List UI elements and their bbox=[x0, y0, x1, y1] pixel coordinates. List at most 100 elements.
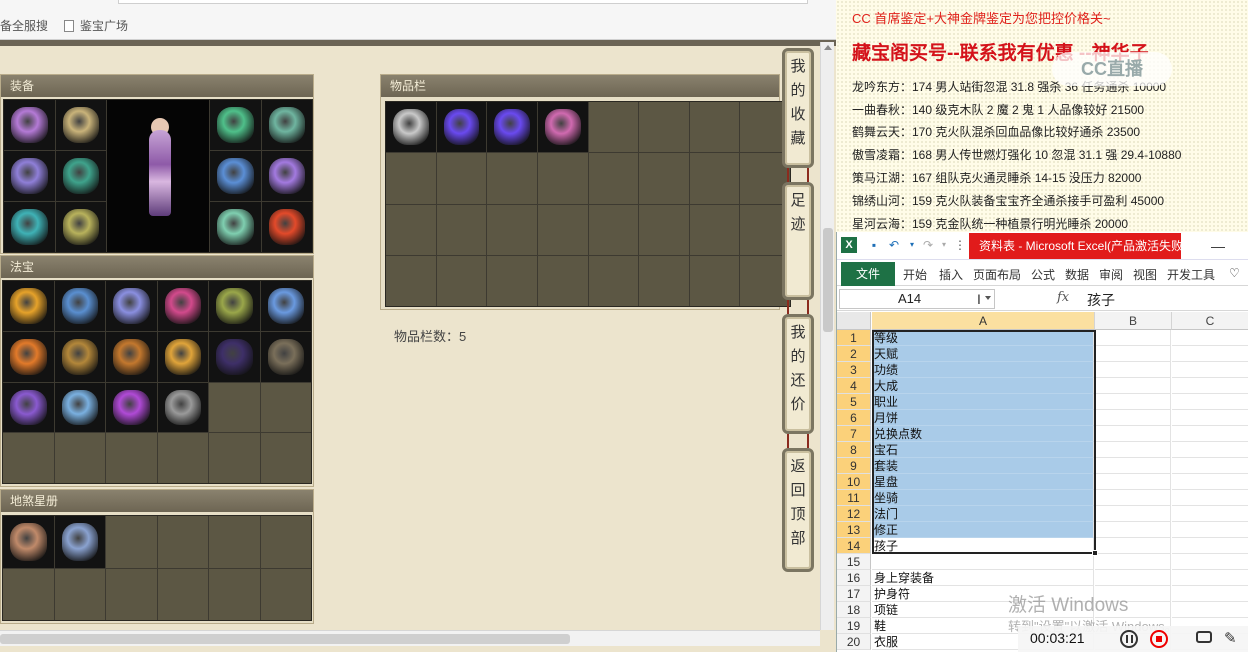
empty-slot[interactable] bbox=[157, 433, 208, 483]
empty-slot[interactable] bbox=[537, 204, 588, 255]
back-to-top-tab[interactable]: 返回顶部 bbox=[782, 448, 814, 572]
cell-a[interactable]: 星盘 bbox=[872, 474, 1094, 490]
row-header[interactable]: 14 bbox=[837, 538, 871, 554]
item-slot[interactable] bbox=[54, 382, 105, 433]
cell-b[interactable] bbox=[1095, 490, 1171, 506]
stop-record-icon[interactable] bbox=[1150, 630, 1168, 648]
row-header[interactable]: 16 bbox=[837, 570, 871, 586]
empty-slot[interactable] bbox=[588, 255, 639, 306]
column-header-a[interactable]: A bbox=[872, 312, 1095, 330]
cell-b[interactable] bbox=[1095, 426, 1171, 442]
cell-c[interactable] bbox=[1172, 474, 1248, 490]
row-header[interactable]: 4 bbox=[837, 378, 871, 394]
item-slot[interactable] bbox=[537, 102, 588, 153]
empty-slot[interactable] bbox=[639, 153, 689, 204]
empty-slot[interactable] bbox=[689, 204, 740, 255]
item-slot[interactable] bbox=[3, 281, 54, 331]
cell-b[interactable] bbox=[1095, 538, 1171, 554]
empty-slot[interactable] bbox=[260, 433, 311, 483]
row-header[interactable]: 3 bbox=[837, 362, 871, 378]
cell-c[interactable] bbox=[1172, 522, 1248, 538]
tab-data[interactable]: 数据 bbox=[1065, 266, 1089, 283]
row-header[interactable]: 7 bbox=[837, 426, 871, 442]
customize-toolbar-icon[interactable]: ⋮ bbox=[953, 238, 967, 252]
row-header[interactable]: 19 bbox=[837, 618, 871, 634]
cell-b[interactable] bbox=[1095, 570, 1171, 586]
item-slot[interactable] bbox=[260, 281, 311, 331]
item-slot[interactable] bbox=[261, 202, 312, 252]
empty-slot[interactable] bbox=[689, 255, 740, 306]
item-slot[interactable] bbox=[55, 100, 106, 150]
row-header[interactable]: 8 bbox=[837, 442, 871, 458]
cell-c[interactable] bbox=[1172, 570, 1248, 586]
my-favorites-tab[interactable]: 我的收藏 bbox=[782, 48, 814, 168]
tab-developer[interactable]: 开发工具 bbox=[1167, 266, 1215, 283]
item-slot[interactable] bbox=[4, 151, 55, 201]
tab-home[interactable]: 开始 bbox=[903, 266, 927, 283]
redo-icon[interactable]: ↷ bbox=[921, 238, 935, 252]
empty-slot[interactable] bbox=[639, 102, 689, 153]
item-slot[interactable] bbox=[4, 100, 55, 150]
save-icon[interactable]: ▪ bbox=[867, 238, 881, 252]
cell-c[interactable] bbox=[1172, 346, 1248, 362]
cell-c[interactable] bbox=[1172, 394, 1248, 410]
empty-slot[interactable] bbox=[3, 433, 54, 483]
cell-a[interactable]: 兑换点数 bbox=[872, 426, 1094, 442]
item-slot[interactable] bbox=[4, 202, 55, 252]
item-slot[interactable] bbox=[54, 281, 105, 331]
empty-slot[interactable] bbox=[54, 568, 105, 620]
item-slot[interactable] bbox=[106, 382, 157, 433]
cell-a[interactable]: 月饼 bbox=[872, 410, 1094, 426]
empty-slot[interactable] bbox=[260, 382, 311, 433]
column-header-b[interactable]: B bbox=[1095, 312, 1172, 330]
name-box-dropdown-icon[interactable] bbox=[985, 296, 991, 300]
item-slot[interactable] bbox=[261, 100, 312, 150]
empty-slot[interactable] bbox=[209, 382, 260, 433]
cell-b[interactable] bbox=[1095, 474, 1171, 490]
empty-slot[interactable] bbox=[689, 102, 740, 153]
cell-b[interactable] bbox=[1095, 394, 1171, 410]
undo-dropdown-icon[interactable]: ▾ bbox=[905, 238, 919, 252]
empty-slot[interactable] bbox=[588, 204, 639, 255]
item-slot[interactable] bbox=[3, 382, 54, 433]
tab-formulas[interactable]: 公式 bbox=[1031, 266, 1055, 283]
cell-a[interactable]: 大成 bbox=[872, 378, 1094, 394]
row-header[interactable]: 10 bbox=[837, 474, 871, 490]
empty-slot[interactable] bbox=[487, 204, 537, 255]
empty-slot[interactable] bbox=[639, 255, 689, 306]
cell-c[interactable] bbox=[1172, 538, 1248, 554]
camera-icon[interactable] bbox=[1196, 631, 1212, 643]
empty-slot[interactable] bbox=[106, 568, 157, 620]
cell-a[interactable]: 职业 bbox=[872, 394, 1094, 410]
empty-slot[interactable] bbox=[260, 516, 311, 568]
cell-a[interactable] bbox=[872, 554, 1094, 570]
empty-slot[interactable] bbox=[537, 153, 588, 204]
item-slot[interactable] bbox=[157, 382, 208, 433]
cell-c[interactable] bbox=[1172, 426, 1248, 442]
row-header[interactable]: 5 bbox=[837, 394, 871, 410]
cell-b[interactable] bbox=[1095, 458, 1171, 474]
empty-slot[interactable] bbox=[106, 433, 157, 483]
address-bar[interactable] bbox=[118, 0, 808, 4]
empty-slot[interactable] bbox=[537, 255, 588, 306]
cell-b[interactable] bbox=[1095, 506, 1171, 522]
cell-b[interactable] bbox=[1095, 362, 1171, 378]
empty-slot[interactable] bbox=[209, 568, 260, 620]
insert-function-icon[interactable]: fx bbox=[1057, 290, 1069, 305]
item-slot[interactable] bbox=[55, 151, 106, 201]
item-slot[interactable] bbox=[487, 102, 537, 153]
cell-a[interactable]: 修正 bbox=[872, 522, 1094, 538]
row-header[interactable]: 18 bbox=[837, 602, 871, 618]
item-slot[interactable] bbox=[55, 202, 106, 252]
footprint-tab[interactable]: 足迹 bbox=[782, 182, 814, 300]
empty-slot[interactable] bbox=[588, 102, 639, 153]
empty-slot[interactable] bbox=[436, 153, 487, 204]
column-header-c[interactable]: C bbox=[1172, 312, 1248, 330]
cell-c[interactable] bbox=[1172, 554, 1248, 570]
formula-input[interactable]: 孩子 bbox=[1087, 290, 1115, 310]
row-header[interactable]: 9 bbox=[837, 458, 871, 474]
empty-slot[interactable] bbox=[54, 433, 105, 483]
item-slot[interactable] bbox=[157, 331, 208, 382]
row-header[interactable]: 6 bbox=[837, 410, 871, 426]
tab-insert[interactable]: 插入 bbox=[939, 266, 963, 283]
